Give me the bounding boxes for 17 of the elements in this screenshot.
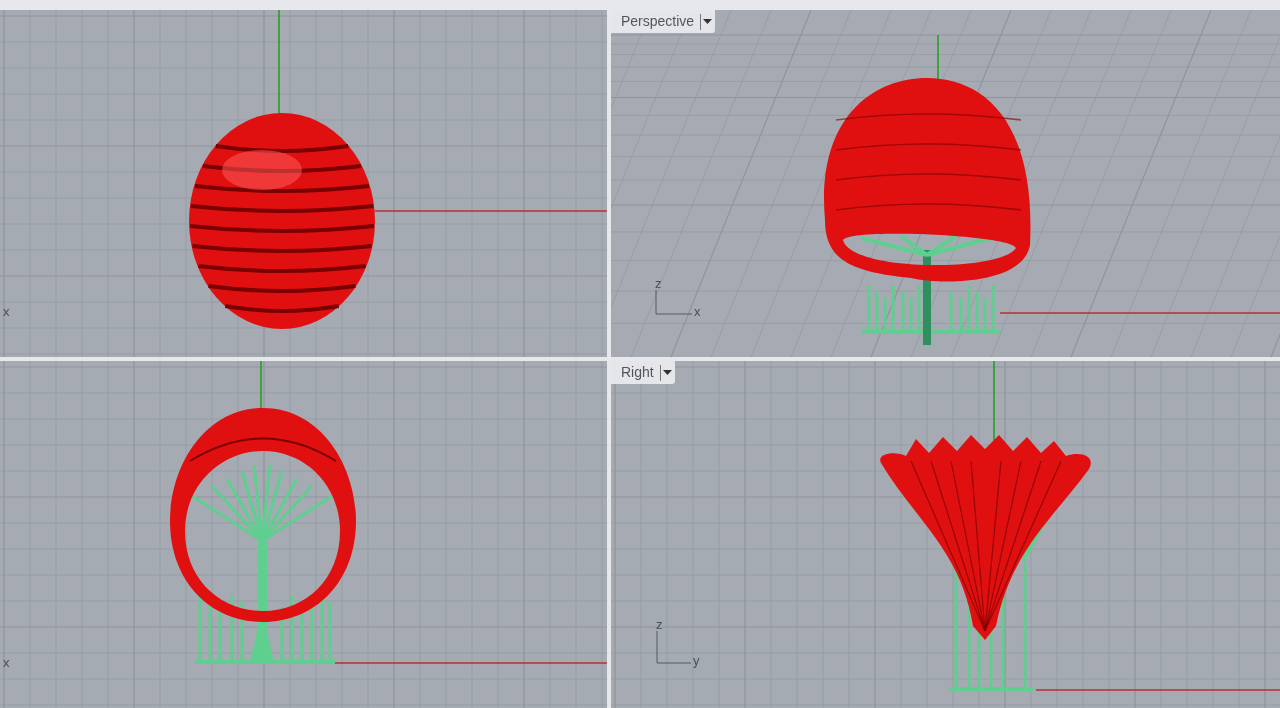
world-z-axis-line: [937, 34, 939, 81]
axis-label: y: [693, 653, 700, 669]
viewport[interactable]: x: [0, 10, 607, 357]
viewport-title-tab[interactable]: Right: [611, 361, 675, 384]
axis-indicator-icon: [656, 630, 692, 664]
axis-label: x: [694, 304, 701, 320]
axis-indicator-icon: [655, 289, 693, 315]
viewport-title-tab[interactable]: Perspective: [611, 10, 716, 33]
dropdown-caret-icon: [659, 364, 672, 381]
dropdown-caret-icon: [700, 13, 713, 30]
axis-label: z: [656, 617, 663, 633]
viewport[interactable]: x: [0, 361, 607, 708]
viewport[interactable]: Right z y: [611, 361, 1280, 708]
axis-label: x: [3, 304, 10, 320]
axis-label: x: [3, 655, 10, 671]
axis-label: z: [655, 276, 662, 292]
viewport[interactable]: Perspective z x: [611, 10, 1280, 357]
